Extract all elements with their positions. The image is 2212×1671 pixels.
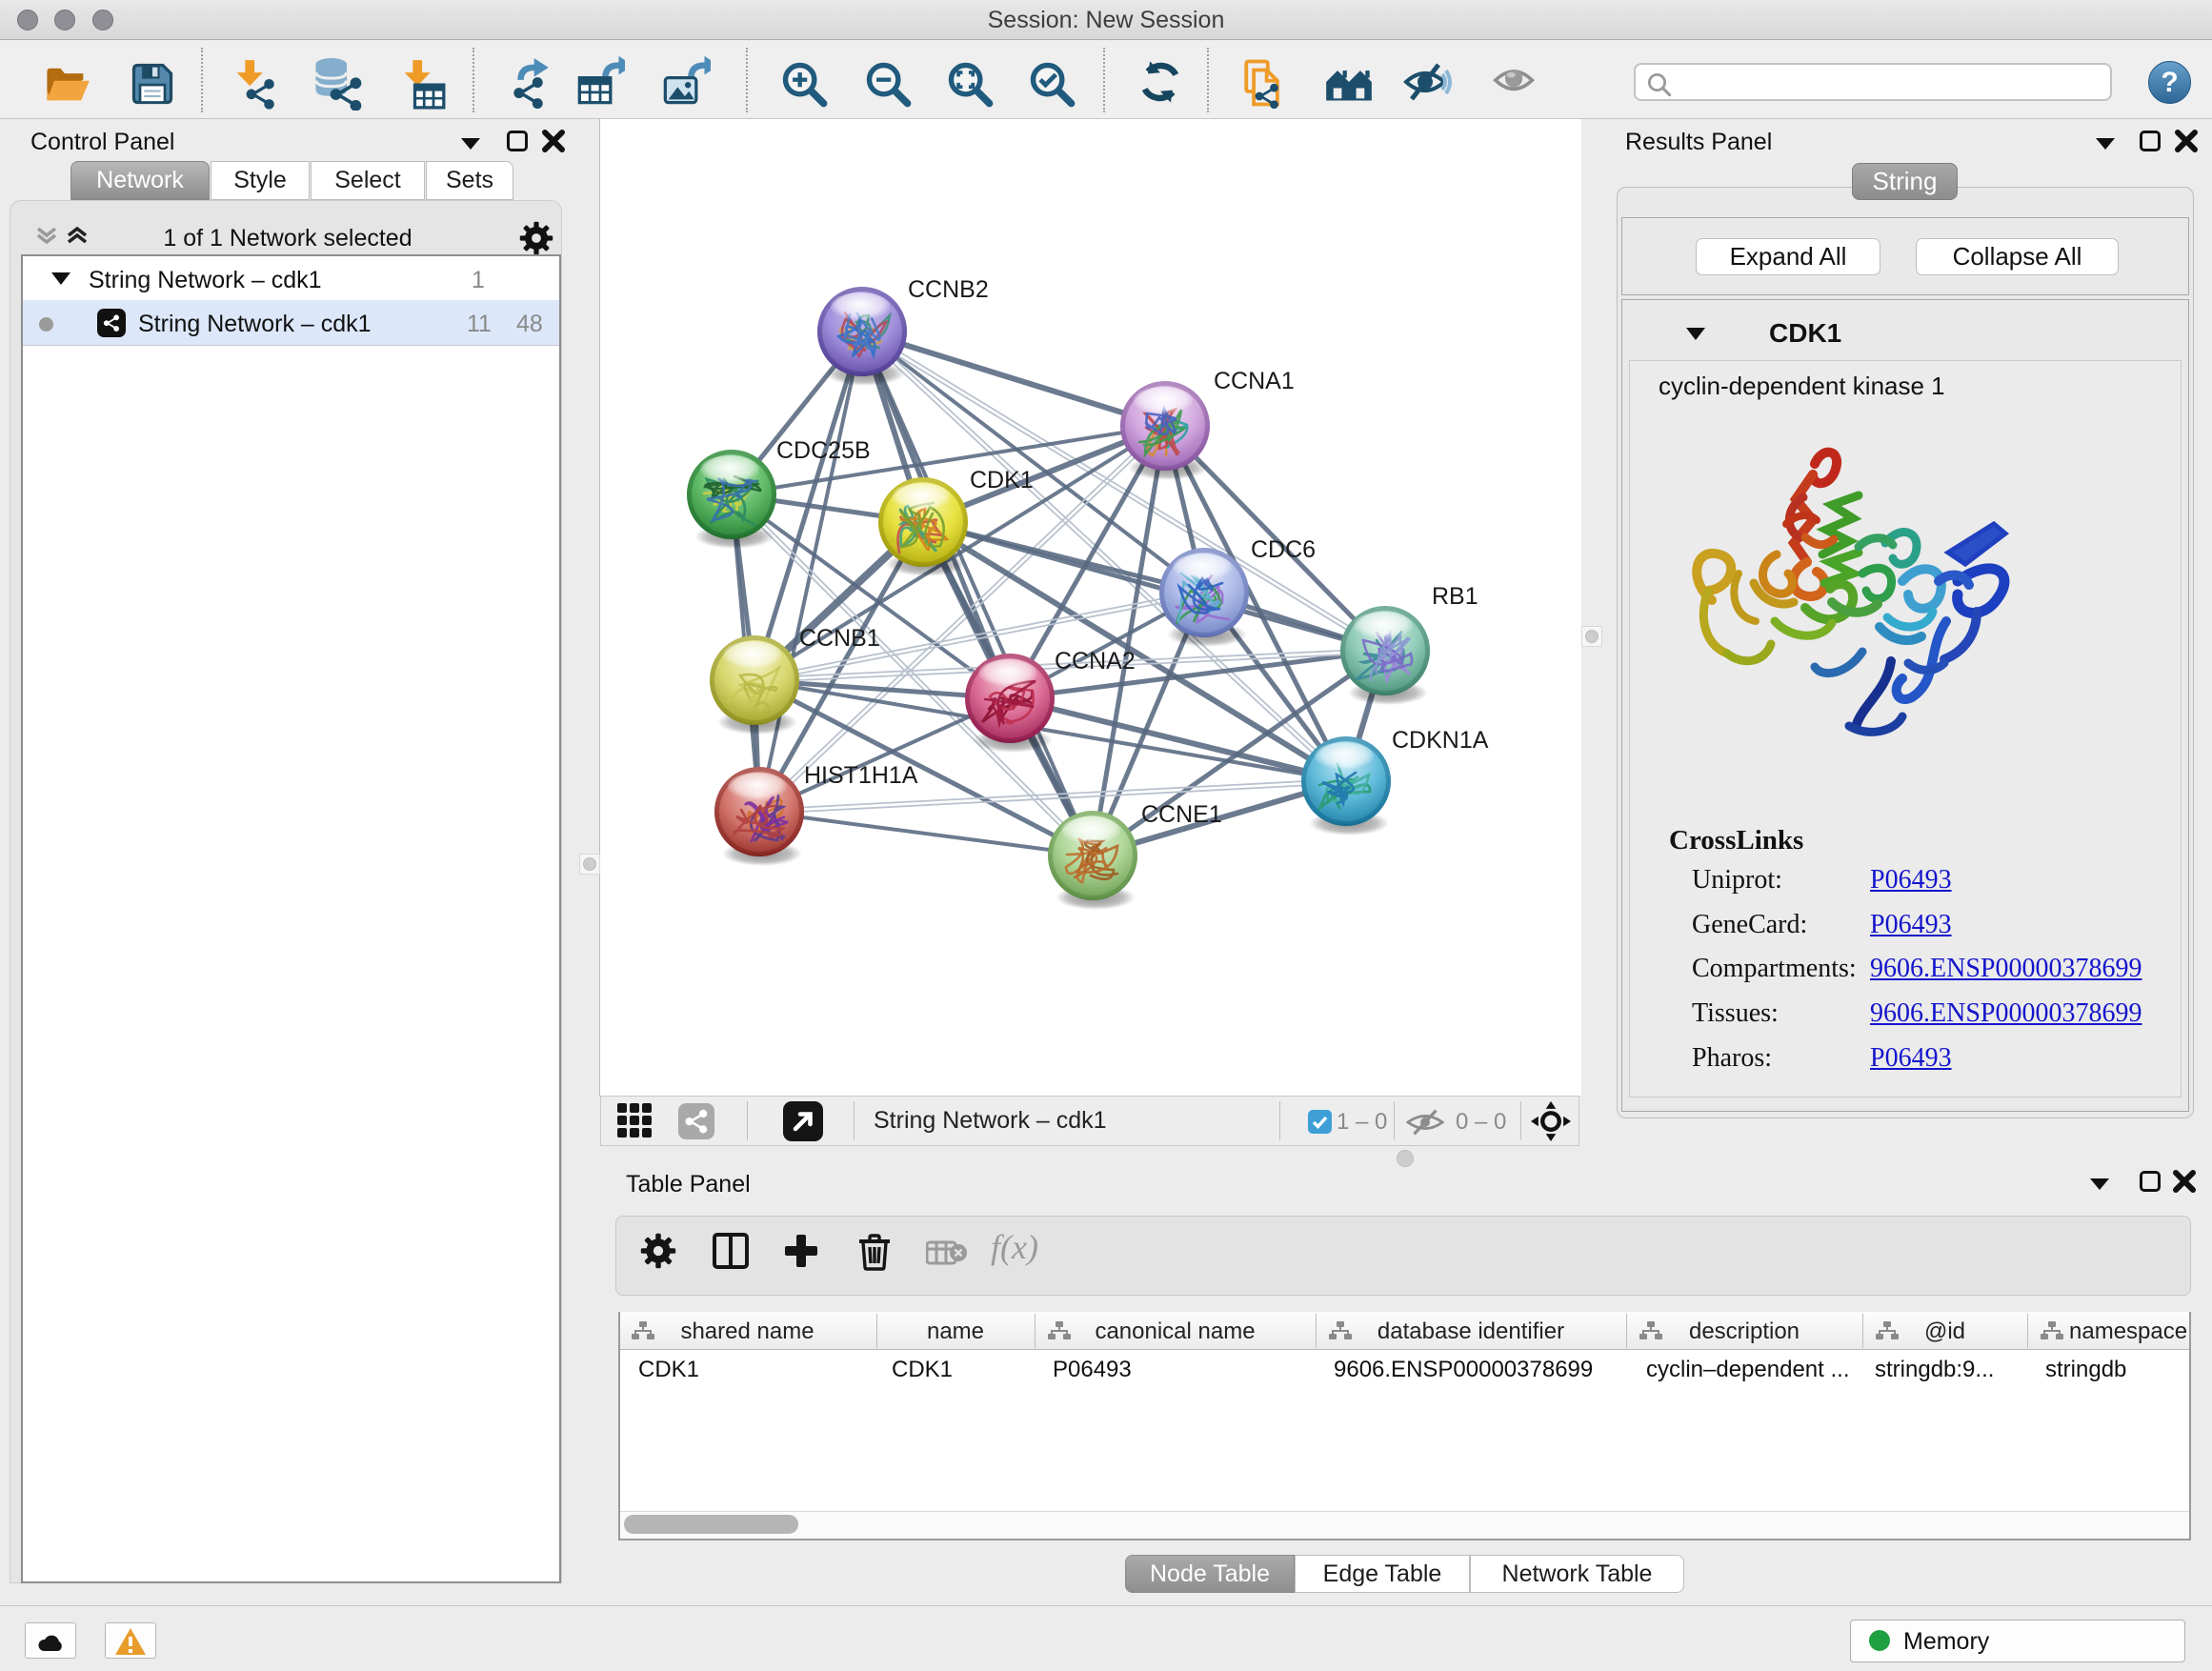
svg-text:CDC25B: CDC25B <box>776 437 871 464</box>
svg-text:CCNA2: CCNA2 <box>1055 648 1136 674</box>
svg-text:HIST1H1A: HIST1H1A <box>804 762 918 789</box>
svg-text:CCNB2: CCNB2 <box>908 276 989 303</box>
svg-text:CDK1: CDK1 <box>970 467 1034 493</box>
svg-text:CDKN1A: CDKN1A <box>1392 727 1489 754</box>
svg-text:RB1: RB1 <box>1432 583 1478 610</box>
svg-text:CCNA1: CCNA1 <box>1214 368 1295 394</box>
svg-text:CDC6: CDC6 <box>1251 536 1316 563</box>
svg-text:CCNE1: CCNE1 <box>1141 801 1222 828</box>
svg-text:CCNB1: CCNB1 <box>799 625 880 652</box>
